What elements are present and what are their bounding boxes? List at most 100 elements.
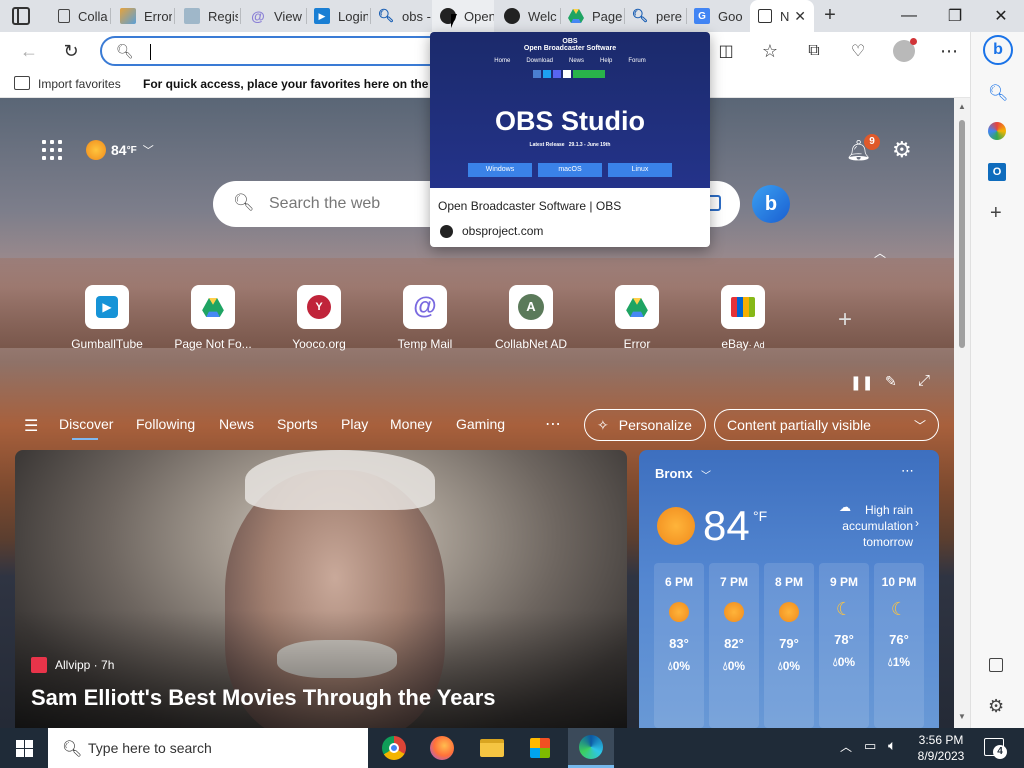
new-tab-button[interactable]: +	[818, 4, 842, 28]
maximize-button[interactable]: ❐	[932, 0, 978, 32]
weather-card[interactable]: Bronx ﹀ ⋯ 84 °F ☁ High rain accumulation…	[639, 450, 939, 728]
tab-obs-search[interactable]: 🔍︎ obs -	[370, 0, 432, 32]
file-explorer-icon[interactable]	[472, 732, 512, 764]
quick-link-ebay[interactable]: eBay· Ad	[688, 285, 798, 351]
tab-strip: Colla Error Regis @ View ▶ Login 🔍︎ obs …	[0, 0, 1024, 32]
quick-link-error[interactable]: Error	[582, 285, 692, 351]
news-headline[interactable]: Sam Elliott's Best Movies Through the Ye…	[31, 685, 496, 711]
tab-pere[interactable]: 🔍︎ pere	[624, 0, 686, 32]
split-screen-icon[interactable]: ◫	[711, 36, 741, 66]
copilot-icon[interactable]: b	[983, 35, 1013, 65]
news-card[interactable]: Allvipp · 7h Sam Elliott's Best Movies T…	[15, 450, 627, 728]
tab-colla[interactable]: Colla	[50, 0, 108, 32]
pause-icon[interactable]: ❚❚	[850, 374, 873, 391]
back-button[interactable]: ←	[14, 36, 44, 66]
nav-sports[interactable]: Sports	[277, 416, 317, 432]
tab-open-obs[interactable]: Open	[432, 0, 494, 32]
moon-icon: ☾	[835, 599, 853, 619]
nav-gaming[interactable]: Gaming	[456, 416, 505, 432]
hourly-forecast: 6 PM 83° 💧︎0%	[654, 563, 704, 728]
import-favorites-icon[interactable]	[14, 76, 30, 90]
chevron-right-icon[interactable]: ›	[915, 516, 919, 530]
nav-news[interactable]: News	[219, 416, 254, 432]
weather-alert[interactable]: High rain accumulation tomorrow	[817, 502, 913, 550]
quick-link-page-not-found[interactable]: Page Not Fo...	[158, 285, 268, 351]
profile-avatar[interactable]	[889, 36, 919, 66]
feed-menu-icon[interactable]: ☰	[24, 416, 38, 436]
hide-sidebar-icon[interactable]	[989, 658, 1003, 672]
search-icon[interactable]: 🔍︎	[988, 83, 1008, 103]
edge-icon[interactable]	[568, 728, 614, 768]
firefox-icon[interactable]	[422, 732, 462, 764]
scrollbar-thumb[interactable]	[959, 120, 965, 348]
nav-discover[interactable]: Discover	[59, 416, 113, 432]
taskbar-search-box[interactable]: 🔍︎ Type here to search	[48, 728, 368, 768]
clock[interactable]: 3:56 PM 8/9/2023	[912, 732, 970, 764]
chevron-down-icon[interactable]: ﹀	[701, 467, 711, 482]
tab-login[interactable]: ▶ Login	[306, 0, 368, 32]
outlook-icon[interactable]: O	[988, 163, 1006, 181]
browser-essentials-icon[interactable]: ♡	[843, 36, 873, 66]
volume-icon[interactable]: 🔈︎	[888, 737, 896, 754]
action-center-icon[interactable]: 4	[984, 738, 1007, 759]
tab-regis[interactable]: Regis	[176, 0, 238, 32]
weather-widget[interactable]: 84 °F ﹀	[86, 140, 154, 160]
close-window-button[interactable]: ✕	[978, 0, 1024, 32]
favorites-icon[interactable]: ☆	[755, 36, 785, 66]
network-icon[interactable]: ▭	[864, 738, 876, 754]
quick-link-yooco[interactable]: Y Yooco.org	[264, 285, 374, 351]
refresh-button[interactable]: ↻	[56, 36, 86, 66]
more-nav-icon[interactable]: ⋯	[545, 414, 561, 434]
settings-more-icon[interactable]: ⋯	[934, 36, 964, 66]
fullscreen-icon[interactable]: ⤢	[918, 372, 930, 389]
sparkle-icon: ✧	[597, 416, 609, 433]
personalize-button[interactable]: ✧ Personalize	[584, 409, 706, 441]
add-sidebar-app-icon[interactable]: +	[990, 202, 1002, 225]
bing-chat-button[interactable]: b	[752, 185, 790, 223]
tab-view[interactable]: @ View	[242, 0, 304, 32]
tab-google[interactable]: G Goo	[686, 0, 748, 32]
import-favorites-link[interactable]: Import favorites	[38, 77, 121, 91]
chrome-icon[interactable]	[374, 732, 414, 764]
notifications-bell-icon[interactable]: 🔔︎ 9	[846, 134, 880, 162]
quick-link-temp-mail[interactable]: @ Temp Mail	[370, 285, 480, 351]
more-options-icon[interactable]: ⋯	[901, 463, 914, 479]
tab-new-tab[interactable]: N ✕	[750, 0, 814, 32]
search-icon: 🔍︎	[233, 193, 255, 212]
search-placeholder: Search the web	[269, 195, 381, 212]
start-button[interactable]	[4, 732, 44, 764]
minimize-button[interactable]: —	[886, 0, 932, 32]
content-visibility-dropdown[interactable]: Content partially visible ﹀	[714, 409, 939, 441]
collapse-chevron-icon[interactable]: ︿	[874, 244, 886, 261]
doc-icon	[184, 8, 200, 24]
page-settings-gear-icon[interactable]: ⚙	[892, 137, 916, 162]
close-tab-icon[interactable]: ✕	[794, 8, 806, 25]
tab-welc[interactable]: Welc	[496, 0, 558, 32]
tab-actions-icon[interactable]	[12, 7, 30, 25]
notification-badge: 4	[993, 745, 1007, 759]
drive-icon	[191, 285, 235, 329]
store-icon[interactable]	[520, 732, 560, 764]
collections-icon[interactable]: ⧉	[799, 36, 829, 66]
office-icon[interactable]	[988, 122, 1006, 140]
tab-page[interactable]: Page	[560, 0, 622, 32]
nav-following[interactable]: Following	[136, 416, 195, 432]
nav-play[interactable]: Play	[341, 416, 368, 432]
translate-icon: G	[694, 8, 710, 24]
show-hidden-icons[interactable]: ︿	[840, 738, 852, 755]
page-scrollbar[interactable]: ▲ ▼	[954, 98, 970, 728]
edit-background-icon[interactable]: ✎	[885, 373, 897, 390]
apps-grid-icon[interactable]	[42, 140, 62, 160]
sidebar-settings-gear-icon[interactable]: ⚙	[988, 696, 1004, 717]
add-quick-link-button[interactable]: +	[838, 306, 852, 334]
tab-error[interactable]: Error	[112, 0, 172, 32]
nav-active-underline	[72, 438, 98, 440]
weather-location[interactable]: Bronx	[655, 466, 693, 481]
nav-money[interactable]: Money	[390, 416, 432, 432]
yooco-icon: Y	[297, 285, 341, 329]
quick-link-gumballtube[interactable]: ▶ GumballTube	[52, 285, 162, 351]
scroll-down-arrow[interactable]: ▼	[958, 712, 966, 721]
quick-link-collabnet-ad[interactable]: A CollabNet AD	[476, 285, 586, 351]
drive-icon	[615, 285, 659, 329]
scroll-up-arrow[interactable]: ▲	[958, 102, 966, 111]
